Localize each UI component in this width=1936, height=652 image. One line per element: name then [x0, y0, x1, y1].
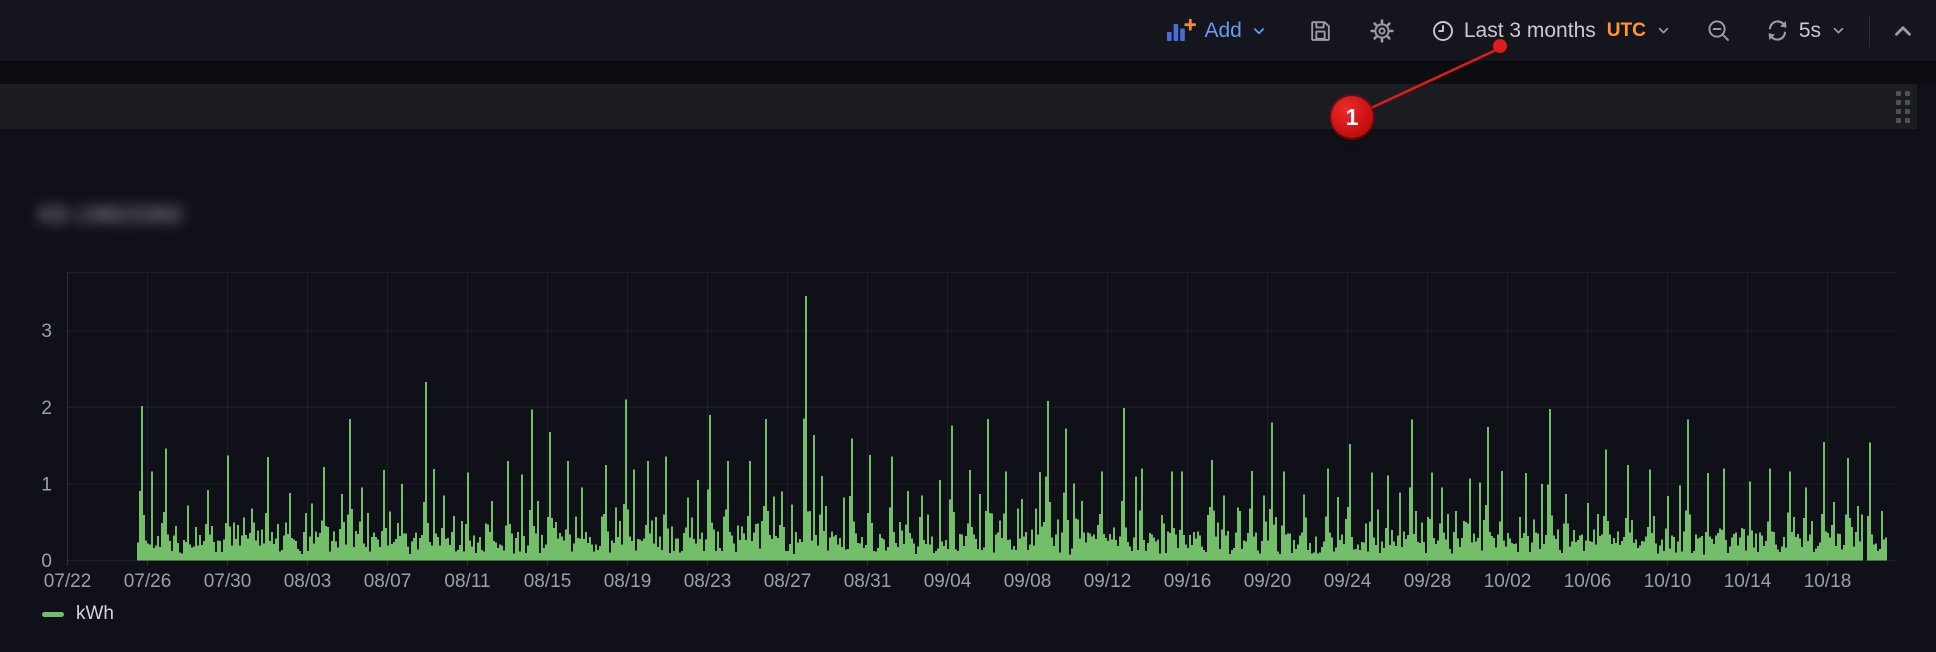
- svg-text:10/10: 10/10: [1644, 571, 1692, 592]
- svg-text:10/06: 10/06: [1564, 571, 1612, 592]
- svg-text:2: 2: [41, 398, 52, 419]
- svg-text:09/24: 09/24: [1324, 571, 1372, 592]
- svg-text:07/30: 07/30: [204, 571, 252, 592]
- svg-text:08/19: 08/19: [604, 571, 652, 592]
- svg-text:09/12: 09/12: [1084, 571, 1132, 592]
- svg-text:09/04: 09/04: [924, 571, 972, 592]
- svg-text:08/27: 08/27: [764, 571, 812, 592]
- annotation-badge-1: 1: [1331, 96, 1373, 138]
- svg-text:09/20: 09/20: [1244, 571, 1292, 592]
- svg-text:08/07: 08/07: [364, 571, 412, 592]
- svg-text:10/14: 10/14: [1724, 571, 1772, 592]
- svg-text:08/11: 08/11: [444, 571, 490, 592]
- svg-text:08/03: 08/03: [284, 571, 332, 592]
- svg-text:09/28: 09/28: [1404, 571, 1452, 592]
- svg-text:07/22: 07/22: [44, 571, 92, 592]
- svg-text:08/15: 08/15: [524, 571, 572, 592]
- svg-text:08/23: 08/23: [684, 571, 732, 592]
- svg-text:3: 3: [41, 321, 52, 342]
- svg-text:07/26: 07/26: [124, 571, 172, 592]
- legend-item-kwh[interactable]: kWh: [42, 603, 114, 625]
- svg-text:1: 1: [41, 474, 52, 495]
- svg-text:09/08: 09/08: [1004, 571, 1052, 592]
- time-series-chart[interactable]: 07/22 07/26 07/30 08/03 08/07 08/11 08/15 08/19…: [0, 0, 1936, 652]
- svg-text:10/02: 10/02: [1484, 571, 1532, 592]
- annotation-badge-label: 1: [1346, 104, 1359, 131]
- grafana-dashboard: Add: [0, 0, 1936, 652]
- svg-text:10/18: 10/18: [1804, 571, 1852, 592]
- legend-series-swatch: [42, 612, 64, 617]
- svg-text:0: 0: [41, 551, 52, 572]
- svg-text:09/16: 09/16: [1164, 571, 1212, 592]
- legend-series-label: kWh: [76, 603, 114, 625]
- svg-text:08/31: 08/31: [844, 571, 892, 592]
